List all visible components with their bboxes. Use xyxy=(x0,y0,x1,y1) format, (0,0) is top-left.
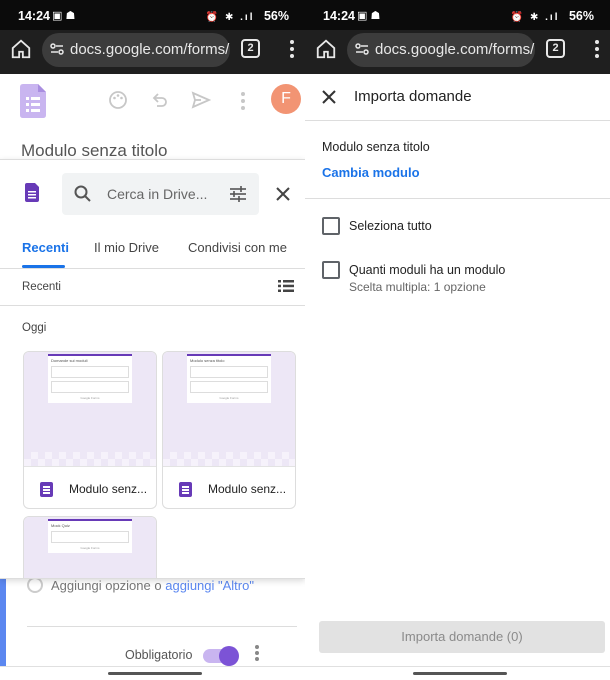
undo-icon[interactable] xyxy=(150,90,170,110)
toggle-knob xyxy=(219,646,239,666)
file-thumbnail: Domande sui moduli Google Forms xyxy=(24,352,156,466)
add-option-label[interactable]: Aggiungi opzione xyxy=(51,578,151,593)
url-text: docs.google.com/forms/ xyxy=(70,41,230,58)
tab-recent[interactable]: Recenti xyxy=(22,240,69,255)
forms-file-icon xyxy=(25,183,39,202)
question-title: Quanti moduli ha un modulo xyxy=(349,263,506,277)
file-thumbnail: Modulo senza titolo Google Forms xyxy=(163,352,295,466)
forms-file-icon xyxy=(40,482,53,497)
add-option-row[interactable]: Aggiungi opzione o aggiungi "Altro" xyxy=(27,576,254,593)
google-forms-logo-icon xyxy=(20,84,46,118)
source-form-title: Modulo senza titolo xyxy=(322,140,430,154)
tab-switcher-button[interactable]: 2 xyxy=(241,39,260,58)
status-bar: 14:24 ▣ ☗ ⏰ ✱ .ıl 56% xyxy=(0,0,305,30)
thumbnail-title: Domande sui moduli xyxy=(51,358,88,363)
required-label: Obbligatorio xyxy=(125,648,193,662)
file-name: Modulo senz... xyxy=(69,482,148,496)
question-type: Scelta multipla: 1 opzione xyxy=(349,280,486,294)
divider xyxy=(305,198,610,199)
divider xyxy=(0,305,305,306)
search-icon xyxy=(74,185,91,202)
section-label: Recenti xyxy=(22,281,61,293)
required-toggle[interactable] xyxy=(203,646,239,666)
avatar[interactable]: F xyxy=(271,84,301,114)
browser-toolbar: docs.google.com/forms/ 2 xyxy=(0,30,305,74)
close-icon[interactable] xyxy=(274,185,292,203)
group-label: Oggi xyxy=(22,322,47,334)
left-screen: 14:24 ▣ ☗ ⏰ ✱ .ıl 56% docs.google.com/fo… xyxy=(0,0,305,680)
select-all-checkbox[interactable] xyxy=(322,217,340,235)
right-screen: 14:24 ▣ ☗ ⏰ ✱ .ıl 56% docs.google.com/fo… xyxy=(305,0,610,680)
change-form-button[interactable]: Cambia modulo xyxy=(322,165,420,180)
divider xyxy=(0,268,305,269)
site-settings-icon[interactable] xyxy=(50,42,64,56)
panel-title: Importa domande xyxy=(354,88,472,105)
battery-level: 56% xyxy=(568,9,594,23)
or-text: o xyxy=(154,578,162,593)
drive-search-box[interactable]: Cerca in Drive... xyxy=(62,173,259,215)
system-nav-bar xyxy=(305,666,610,680)
question-checkbox[interactable] xyxy=(322,261,340,279)
home-gesture-bar[interactable] xyxy=(108,672,202,675)
file-card[interactable]: Mock Quiz Google Forms xyxy=(23,516,157,578)
notification-icons: ▣ ☗ xyxy=(357,10,381,22)
tab-my-drive[interactable]: Il mio Drive xyxy=(94,240,159,255)
tab-shared-with-me[interactable]: Condivisi con me xyxy=(188,240,287,255)
file-card[interactable]: Modulo senza titolo Google Forms Modulo s… xyxy=(162,351,296,509)
question-editor: Aggiungi opzione o aggiungi "Altro" Obbl… xyxy=(0,576,305,668)
home-icon[interactable] xyxy=(315,38,337,60)
battery-level: 56% xyxy=(263,9,289,23)
file-name: Modulo senz... xyxy=(208,482,287,496)
question-menu-icon[interactable] xyxy=(252,644,262,664)
signal-icons: ⏰ ✱ .ıl xyxy=(510,12,560,23)
home-icon[interactable] xyxy=(10,38,32,60)
close-icon[interactable] xyxy=(321,89,337,105)
import-questions-header: Importa domande xyxy=(305,74,610,121)
forms-file-icon xyxy=(179,482,192,497)
select-all-label: Seleziona tutto xyxy=(349,219,432,233)
signal-icons: ⏰ ✱ .ıl xyxy=(205,12,255,23)
status-time: 14:24 xyxy=(18,9,50,23)
browser-menu-icon[interactable] xyxy=(590,38,604,60)
notification-icons: ▣ ☗ xyxy=(52,10,76,22)
status-time: 14:24 xyxy=(323,9,355,23)
browser-menu-icon[interactable] xyxy=(285,38,299,60)
tab-switcher-button[interactable]: 2 xyxy=(546,39,565,58)
url-text: docs.google.com/forms/ xyxy=(375,41,535,58)
send-icon[interactable] xyxy=(191,90,211,110)
browser-toolbar: docs.google.com/forms/ 2 xyxy=(305,30,610,74)
url-bar[interactable]: docs.google.com/forms/ xyxy=(42,33,230,67)
thumbnail-title: Mock Quiz xyxy=(51,523,70,528)
search-input[interactable]: Cerca in Drive... xyxy=(107,186,207,202)
status-bar: 14:24 ▣ ☗ ⏰ ✱ .ıl 56% xyxy=(305,0,610,30)
url-bar[interactable]: docs.google.com/forms/ xyxy=(347,33,535,67)
home-gesture-bar[interactable] xyxy=(413,672,507,675)
site-settings-icon[interactable] xyxy=(355,42,369,56)
file-card[interactable]: Domande sui moduli Google Forms Modulo se… xyxy=(23,351,157,509)
filter-icon[interactable] xyxy=(229,185,247,203)
system-nav-bar xyxy=(0,666,305,680)
more-options-icon[interactable] xyxy=(238,90,248,110)
active-question-indicator xyxy=(0,578,6,668)
thumbnail-title: Modulo senza titolo xyxy=(190,358,225,363)
drive-picker-dialog: Cerca in Drive... Recenti Il mio Drive C… xyxy=(0,159,305,579)
file-thumbnail: Mock Quiz Google Forms xyxy=(24,517,156,578)
forms-toolbar: F xyxy=(0,74,305,128)
palette-icon[interactable] xyxy=(108,90,128,110)
divider xyxy=(27,626,297,627)
add-other-link[interactable]: aggiungi "Altro" xyxy=(165,578,254,593)
list-view-icon[interactable] xyxy=(278,280,294,292)
import-questions-button[interactable]: Importa domande (0) xyxy=(319,621,605,653)
form-title: Modulo senza titolo xyxy=(21,141,168,160)
